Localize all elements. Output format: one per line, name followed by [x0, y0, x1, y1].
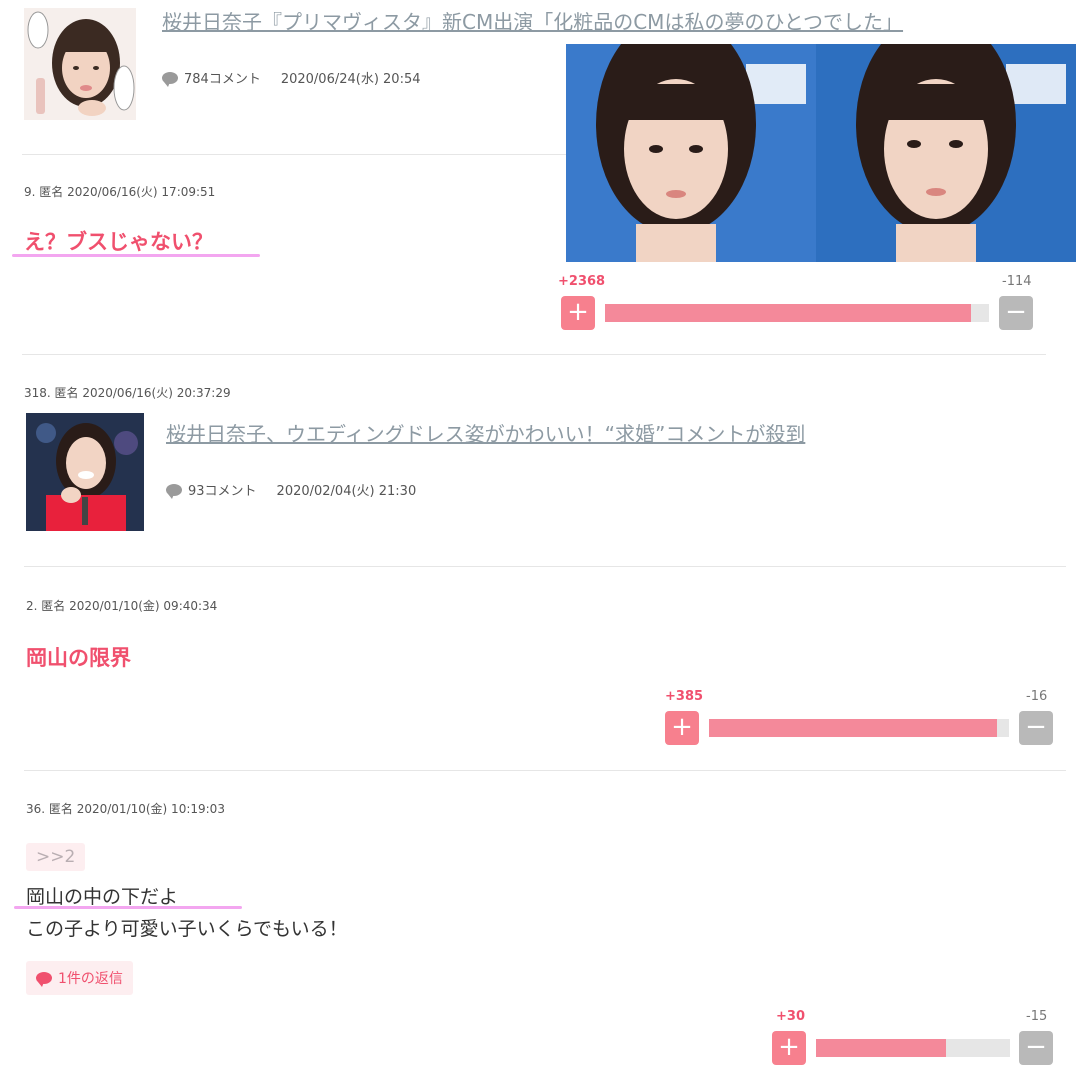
minus-vote-count: -16 — [1026, 689, 1048, 704]
post-text: 岡山の限界 — [26, 646, 131, 670]
vote-ratio-bar — [709, 719, 1009, 737]
highlight-underline — [12, 254, 260, 257]
minus-vote-button[interactable]: − — [1019, 1031, 1053, 1065]
post-text-line: 岡山の中の下だよ — [26, 886, 179, 908]
plus-vote-button[interactable]: + — [772, 1031, 806, 1065]
minus-vote-count: -15 — [1026, 1009, 1048, 1024]
comment-count: 784コメント — [184, 72, 261, 87]
portrait-image — [24, 8, 136, 120]
divider — [24, 566, 1066, 567]
vote-ratio-bar — [605, 304, 989, 322]
comparison-photo — [566, 44, 1076, 262]
vote-ratio-fill — [605, 304, 972, 322]
divider — [22, 154, 567, 155]
article-date: 2020/02/04(火) 21:30 — [276, 484, 417, 499]
vote-ratio-fill — [816, 1039, 946, 1057]
divider — [24, 770, 1066, 771]
article-date: 2020/06/24(水) 20:54 — [280, 72, 421, 87]
plus-vote-count: +2368 — [558, 274, 606, 289]
reply-count-button[interactable]: 1件の返信 — [26, 961, 133, 995]
post-header: 9. 匿名 2020/06/16(火) 17:09:51 — [24, 185, 216, 199]
plus-vote-button[interactable]: + — [561, 296, 595, 330]
post-header: 36. 匿名 2020/01/10(金) 10:19:03 — [26, 802, 225, 816]
minus-vote-button[interactable]: − — [999, 296, 1033, 330]
article-meta: 93コメント 2020/02/04(火) 21:30 — [166, 480, 416, 499]
vote-ratio-bar — [816, 1039, 1010, 1057]
highlight-underline — [14, 906, 242, 909]
side-by-side-portrait-image — [566, 44, 1076, 262]
post-text-line: この子より可愛い子いくらでもいる！ — [26, 918, 348, 940]
article-thumbnail[interactable] — [24, 8, 136, 120]
plus-vote-count: +385 — [665, 689, 704, 704]
plus-vote-button[interactable]: + — [665, 711, 699, 745]
article-thumbnail[interactable] — [26, 413, 144, 531]
vote-ratio-fill — [709, 719, 997, 737]
divider — [22, 354, 1046, 355]
minus-vote-count: -114 — [1002, 274, 1032, 289]
reply-anchor-link[interactable]: >>2 — [26, 843, 86, 871]
article-title-link[interactable]: 桜井日奈子『プリマヴィスタ』新CM出演「化粧品のCMは私の夢のひとつでした」 — [162, 6, 903, 35]
post-header: 2. 匿名 2020/01/10(金) 09:40:34 — [26, 599, 218, 613]
comment-icon — [166, 483, 182, 499]
article-title-link[interactable]: 桜井日奈子、ウエディングドレス姿がかわいい！“求婚”コメントが殺到 — [166, 418, 805, 447]
portrait-image — [26, 413, 144, 531]
comment-count: 93コメント — [188, 484, 257, 499]
post-header: 318. 匿名 2020/06/16(火) 20:37:29 — [24, 386, 231, 400]
comment-icon — [162, 71, 178, 87]
minus-vote-button[interactable]: − — [1019, 711, 1053, 745]
article-meta: 784コメント 2020/06/24(水) 20:54 — [162, 68, 421, 87]
post-text: え？ブスじゃない？ — [24, 230, 213, 254]
reply-bubble-icon — [36, 972, 52, 987]
plus-vote-count: +30 — [776, 1009, 805, 1024]
reply-count-label: 1件の返信 — [58, 971, 123, 987]
